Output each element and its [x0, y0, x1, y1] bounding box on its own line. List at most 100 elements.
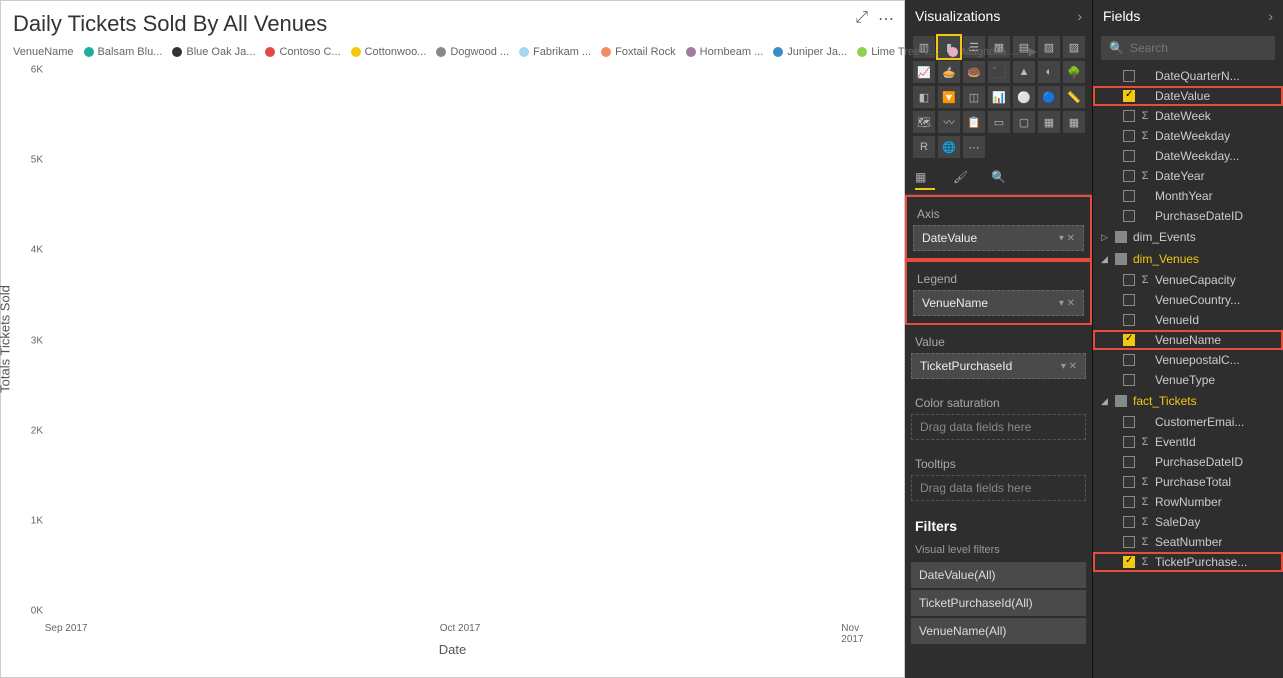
field-item[interactable]: ΣSaleDay: [1093, 512, 1283, 532]
viz-type-icon[interactable]: 📏: [1063, 86, 1085, 108]
checkbox-icon[interactable]: [1123, 556, 1135, 568]
checkbox-icon[interactable]: [1123, 130, 1135, 142]
checkbox-icon[interactable]: [1123, 70, 1135, 82]
viz-type-icon[interactable]: ◧: [913, 86, 935, 108]
legend-item[interactable]: Juniper Ja...: [773, 46, 847, 58]
checkbox-icon[interactable]: [1123, 110, 1135, 122]
checkbox-icon[interactable]: [1123, 354, 1135, 366]
checkbox-icon[interactable]: [1123, 90, 1135, 102]
legend-item[interactable]: Contoso C...: [265, 46, 340, 58]
field-item[interactable]: ΣSeatNumber: [1093, 532, 1283, 552]
field-item[interactable]: ΣEventId: [1093, 432, 1283, 452]
viz-type-icon[interactable]: 📋: [963, 111, 985, 133]
viz-type-icon[interactable]: 📊: [988, 86, 1010, 108]
viz-type-icon[interactable]: ⚪: [1013, 86, 1035, 108]
fields-search-input[interactable]: [1130, 41, 1267, 55]
viz-type-icon[interactable]: ⋯: [963, 136, 985, 158]
format-tab-icon[interactable]: 🖌: [953, 170, 973, 190]
legend-item[interactable]: Magnolia ...: [948, 46, 1019, 58]
legend-item[interactable]: Blue Oak Ja...: [172, 46, 255, 58]
viz-type-icon[interactable]: 🔽: [938, 86, 960, 108]
viz-type-icon[interactable]: 📈: [913, 61, 935, 83]
field-item[interactable]: CustomerEmai...: [1093, 412, 1283, 432]
viz-type-icon[interactable]: 🌐: [938, 136, 960, 158]
viz-type-icon[interactable]: ⬛: [988, 61, 1010, 83]
checkbox-icon[interactable]: [1123, 456, 1135, 468]
fields-tab-icon[interactable]: ▦: [915, 170, 935, 190]
viz-type-icon[interactable]: R: [913, 136, 935, 158]
checkbox-icon[interactable]: [1123, 150, 1135, 162]
value-field[interactable]: TicketPurchaseId▾ ✕: [911, 353, 1086, 379]
field-item[interactable]: MonthYear: [1093, 186, 1283, 206]
checkbox-icon[interactable]: [1123, 536, 1135, 548]
fields-search[interactable]: 🔍: [1101, 36, 1275, 60]
saturation-drop[interactable]: Drag data fields here: [911, 414, 1086, 440]
viz-type-icon[interactable]: ▢: [1013, 111, 1035, 133]
viz-type-icon[interactable]: 〰: [938, 111, 960, 133]
collapse-viz-icon[interactable]: ›: [1077, 8, 1082, 24]
field-item[interactable]: VenueCountry...: [1093, 290, 1283, 310]
more-options-icon[interactable]: ⋯: [878, 9, 894, 29]
field-item[interactable]: ΣRowNumber: [1093, 492, 1283, 512]
filter-item[interactable]: DateValue(All): [911, 562, 1086, 588]
checkbox-icon[interactable]: [1123, 516, 1135, 528]
field-item[interactable]: VenueName: [1093, 330, 1283, 350]
remove-field-icon[interactable]: ▾ ✕: [1061, 361, 1077, 372]
viz-type-icon[interactable]: ▧: [1038, 36, 1060, 58]
field-item[interactable]: PurchaseDateID: [1093, 452, 1283, 472]
legend-item[interactable]: Dogwood ...: [436, 46, 509, 58]
checkbox-icon[interactable]: [1123, 170, 1135, 182]
field-item[interactable]: DateQuarterN...: [1093, 66, 1283, 86]
viz-type-icon[interactable]: ▨: [1063, 36, 1085, 58]
checkbox-icon[interactable]: [1123, 374, 1135, 386]
legend-item[interactable]: Foxtail Rock: [601, 46, 676, 58]
viz-type-icon[interactable]: 🔵: [1038, 86, 1060, 108]
field-item[interactable]: DateValue: [1093, 86, 1283, 106]
viz-type-icon[interactable]: ▲: [1013, 61, 1035, 83]
field-item[interactable]: DateWeekday...: [1093, 146, 1283, 166]
tooltips-drop[interactable]: Drag data fields here: [911, 475, 1086, 501]
checkbox-icon[interactable]: [1123, 416, 1135, 428]
filter-item[interactable]: VenueName(All): [911, 618, 1086, 644]
remove-field-icon[interactable]: ▾ ✕: [1059, 298, 1075, 309]
checkbox-icon[interactable]: [1123, 314, 1135, 326]
checkbox-icon[interactable]: [1123, 210, 1135, 222]
legend-item[interactable]: Hornbeam ...: [686, 46, 764, 58]
field-item[interactable]: ΣPurchaseTotal: [1093, 472, 1283, 492]
field-item[interactable]: ΣTicketPurchase...: [1093, 552, 1283, 572]
analytics-tab-icon[interactable]: 🔍: [991, 170, 1011, 190]
checkbox-icon[interactable]: [1123, 496, 1135, 508]
checkbox-icon[interactable]: [1123, 436, 1135, 448]
field-item[interactable]: ΣVenueCapacity: [1093, 270, 1283, 290]
field-item[interactable]: VenueId: [1093, 310, 1283, 330]
checkbox-icon[interactable]: [1123, 190, 1135, 202]
legend-item[interactable]: Balsam Blu...: [84, 46, 163, 58]
table-item[interactable]: ◢fact_Tickets: [1093, 390, 1283, 412]
viz-type-icon[interactable]: ▦: [1063, 111, 1085, 133]
checkbox-icon[interactable]: [1123, 294, 1135, 306]
table-item[interactable]: ◢dim_Venues: [1093, 248, 1283, 270]
legend-field[interactable]: VenueName▾ ✕: [913, 290, 1084, 316]
filter-item[interactable]: TicketPurchaseId(All): [911, 590, 1086, 616]
viz-type-icon[interactable]: 🗺: [913, 111, 935, 133]
field-item[interactable]: ΣDateWeekday: [1093, 126, 1283, 146]
legend-item[interactable]: Fabrikam ...: [519, 46, 591, 58]
viz-type-icon[interactable]: 🥧: [938, 61, 960, 83]
field-item[interactable]: ΣDateYear: [1093, 166, 1283, 186]
checkbox-icon[interactable]: [1123, 274, 1135, 286]
legend-item[interactable]: Lime Tree T...: [857, 46, 937, 58]
viz-type-icon[interactable]: 🍩: [963, 61, 985, 83]
checkbox-icon[interactable]: [1123, 476, 1135, 488]
viz-type-icon[interactable]: 🌳: [1063, 61, 1085, 83]
field-item[interactable]: VenuepostalC...: [1093, 350, 1283, 370]
legend-scroll-right-icon[interactable]: ▶: [1029, 45, 1037, 58]
table-item[interactable]: ▷dim_Events: [1093, 226, 1283, 248]
viz-type-icon[interactable]: ◐: [1038, 61, 1060, 83]
field-item[interactable]: ΣDateWeek: [1093, 106, 1283, 126]
viz-type-icon[interactable]: ◫: [963, 86, 985, 108]
axis-field[interactable]: DateValue▾ ✕: [913, 225, 1084, 251]
collapse-fields-icon[interactable]: ›: [1268, 8, 1273, 24]
viz-type-icon[interactable]: ▦: [1038, 111, 1060, 133]
checkbox-icon[interactable]: [1123, 334, 1135, 346]
remove-field-icon[interactable]: ▾ ✕: [1059, 233, 1075, 244]
